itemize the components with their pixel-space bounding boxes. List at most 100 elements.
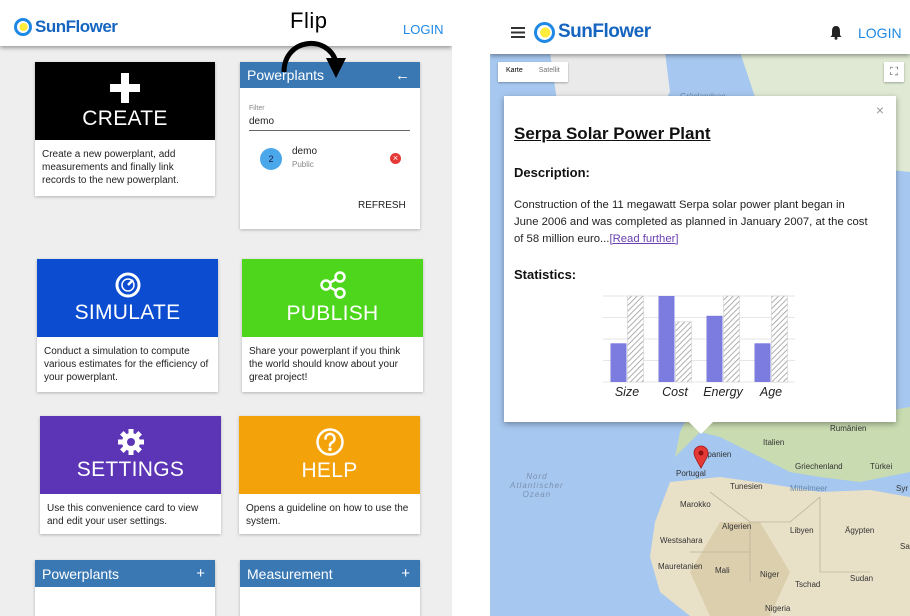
info-popup: × Serpa Solar Power Plant Description: C…	[504, 96, 896, 434]
menu-icon[interactable]	[511, 27, 525, 38]
powerplants-panel: Powerplants ← Filter demo 2 demo Public …	[240, 62, 420, 229]
simulate-card-banner[interactable]: SIMULATE	[37, 259, 218, 337]
map-tab-karte[interactable]: Karte	[498, 62, 531, 82]
settings-card[interactable]: SETTINGS Use this convenience card to vi…	[40, 416, 221, 534]
powerplants-list-header: Powerplants +	[35, 560, 215, 587]
flip-arrow-icon	[281, 40, 346, 78]
add-measurement-button[interactable]: +	[401, 565, 410, 582]
delete-icon[interactable]: ×	[390, 153, 401, 164]
measurement-list-panel: Measurement +	[240, 560, 420, 616]
map-label: Niger	[760, 570, 780, 579]
filter-label: Filter	[249, 105, 265, 112]
map-label: Portugal	[676, 469, 706, 478]
chart-bar-age-1	[771, 295, 788, 383]
item-badge: 2	[260, 148, 282, 170]
publish-card-banner[interactable]: PUBLISH	[242, 259, 423, 337]
fullscreen-icon[interactable]: ⛶	[884, 62, 904, 82]
login-link[interactable]: LOGIN	[858, 25, 902, 41]
chart-category-label: Age	[759, 385, 782, 399]
map-label: Syr	[896, 484, 908, 493]
map-type-control: Karte Satellit	[498, 62, 568, 82]
sunflower-logo-icon	[534, 21, 555, 43]
map-label: Algerien	[722, 522, 752, 531]
chart-category-label: Size	[615, 385, 639, 399]
logo[interactable]: SunFlower	[14, 17, 118, 37]
powerplant-list-item[interactable]: 2 demo Public ×	[249, 144, 410, 174]
create-card[interactable]: CREATE Create a new powerplant, add meas…	[35, 62, 215, 196]
map-label: Mali	[715, 566, 730, 575]
popup-title: Serpa Solar Power Plant	[514, 124, 711, 143]
popup-pointer	[689, 422, 713, 434]
powerplants-list-panel: Powerplants +	[35, 560, 215, 616]
read-further-link[interactable]: [Read further]	[609, 233, 678, 245]
map-label: Griechenland	[795, 462, 843, 471]
login-link[interactable]: LOGIN	[403, 22, 443, 37]
publish-description: Share your powerplant if you think the w…	[249, 346, 401, 383]
item-name: demo	[292, 146, 318, 157]
sunflower-logo-icon	[14, 18, 32, 36]
chart-category-label: Cost	[662, 385, 688, 399]
chart-bar-cost-1	[675, 321, 692, 383]
description-heading: Description:	[514, 165, 590, 180]
statistics-chart: Size Cost Energy Age	[603, 295, 795, 399]
publish-card[interactable]: PUBLISH Share your powerplant if you thi…	[242, 259, 423, 392]
map-label: Mauretanien	[658, 562, 703, 571]
simulate-title: SIMULATE	[74, 301, 181, 324]
map-label: Türkei	[870, 462, 893, 471]
map-label: Italien	[763, 438, 785, 447]
statistics-heading: Statistics:	[514, 267, 577, 282]
measurement-list-title: Measurement	[247, 565, 333, 582]
brand-name: SunFlower	[35, 17, 118, 36]
speedometer-icon	[115, 272, 140, 298]
help-card[interactable]: HELP Opens a guideline on how to use the…	[239, 416, 420, 534]
close-icon[interactable]: ×	[876, 102, 884, 118]
chart-bar-size-1	[627, 295, 644, 383]
notification-bell-icon[interactable]	[829, 25, 843, 40]
help-title: HELP	[301, 459, 358, 482]
app-bar: SunFlower LOGIN	[0, 0, 452, 46]
chart-bar-cost-0	[658, 296, 675, 382]
filter-input[interactable]: demo	[249, 114, 410, 131]
map-view[interactable]: Karte Satellit ⛶ Grönlandsee Italien Spa…	[490, 52, 910, 616]
measurement-list-header: Measurement +	[240, 560, 420, 587]
map-label: Sudan	[850, 574, 874, 583]
map-label: Libyen	[790, 526, 814, 535]
share-icon	[319, 271, 346, 299]
create-description: Create a new powerplant, add measurement…	[42, 149, 179, 186]
create-card-banner[interactable]: CREATE	[35, 62, 215, 140]
map-marker-icon[interactable]	[693, 445, 709, 469]
chart-bar-size-0	[610, 343, 627, 382]
map-label: Nord Atlantischer Ozean	[510, 472, 564, 499]
map-label: Tschad	[795, 580, 821, 589]
chart-category-label: Energy	[703, 385, 743, 399]
map-label: Nigeria	[765, 604, 791, 613]
map-label: Mittelmeer	[790, 484, 828, 493]
description-text: Construction of the 11 megawatt Serpa so…	[514, 197, 869, 248]
help-card-banner[interactable]: HELP	[239, 416, 420, 494]
app-bar: SunFlower LOGIN	[490, 0, 910, 54]
description-body: Construction of the 11 megawatt Serpa so…	[514, 199, 868, 245]
map-tab-satellit[interactable]: Satellit	[531, 62, 568, 82]
map-label: Westsahara	[660, 536, 703, 545]
create-title: CREATE	[82, 107, 168, 130]
add-powerplant-button[interactable]: +	[196, 565, 205, 582]
gear-icon	[117, 429, 144, 455]
refresh-button[interactable]: REFRESH	[358, 200, 406, 211]
publish-title: PUBLISH	[286, 302, 379, 325]
powerplants-list-title: Powerplants	[42, 565, 120, 582]
simulate-description: Conduct a simulation to compute various …	[44, 346, 209, 383]
logo[interactable]: SunFlower	[534, 21, 651, 43]
map-label: Sa	[900, 542, 910, 551]
plus-icon	[110, 73, 140, 103]
map-label: Rumänien	[830, 424, 867, 433]
simulate-card[interactable]: SIMULATE Conduct a simulation to compute…	[37, 259, 218, 392]
settings-description: Use this convenience card to view and ed…	[47, 503, 199, 527]
map-label: Tunesien	[730, 482, 763, 491]
chart-bar-energy-1	[723, 295, 740, 383]
map-label: Marokko	[680, 500, 711, 509]
help-description: Opens a guideline on how to use the syst…	[246, 503, 409, 527]
back-arrow-icon[interactable]: ←	[395, 67, 410, 84]
left-phone-screen: SunFlower LOGIN CREATE Create a new powe…	[0, 0, 452, 616]
chart-bar-age-0	[754, 343, 771, 382]
settings-card-banner[interactable]: SETTINGS	[40, 416, 221, 494]
